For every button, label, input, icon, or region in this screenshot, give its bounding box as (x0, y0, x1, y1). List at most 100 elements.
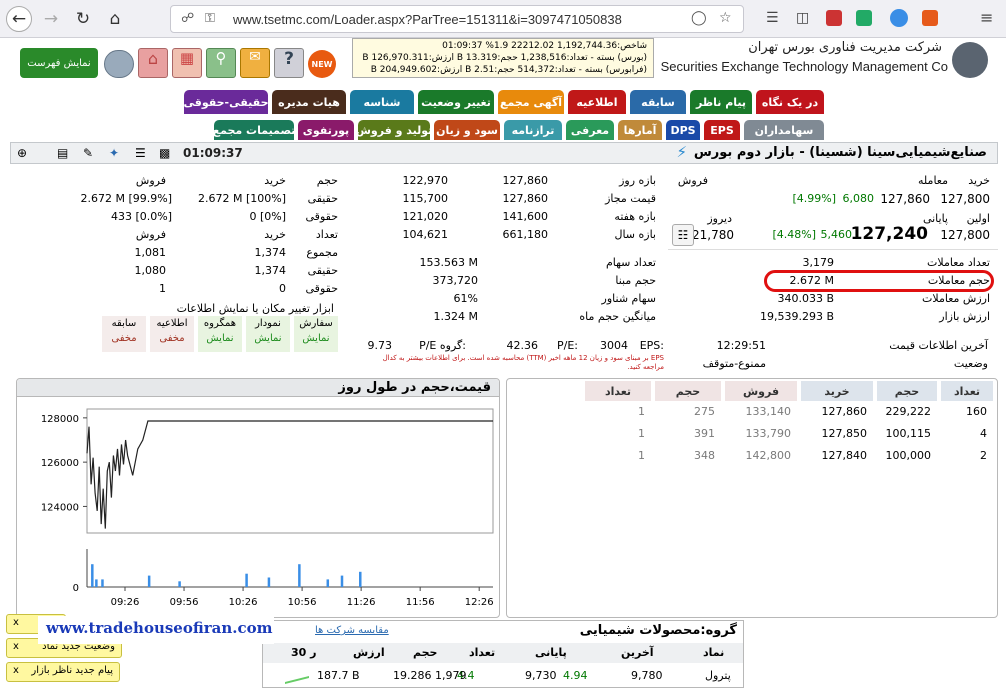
notification-item[interactable]: پیام جدید ناظر بازار x (6, 662, 120, 682)
order-cell: 127,860 (821, 405, 868, 418)
volume-highlight-circle (764, 270, 994, 292)
notification-label: پیام جدید ناظر بازار (31, 665, 113, 676)
forward-icon[interactable]: → (38, 6, 64, 32)
tab2-0[interactable]: سهامداران (744, 120, 824, 140)
group-cell: 9,780 (631, 669, 663, 682)
volume-tick-label: 0 (73, 583, 79, 594)
show-list-button[interactable]: نمایش فهرست (20, 48, 98, 78)
tab-4[interactable]: آگهی مجمع (498, 90, 564, 114)
pocket-icon[interactable]: ◯ (691, 10, 707, 26)
tool-name: همگروه (203, 318, 237, 329)
order-col-header: فروش (725, 381, 797, 401)
group-pe-value: 9.73 (367, 339, 393, 352)
x-tick-label: 11:56 (406, 597, 435, 608)
tab2-2[interactable]: DPS (666, 120, 700, 140)
compare-link[interactable]: مقایسه شرکت ها (315, 625, 389, 636)
first-value: 127,800 (940, 228, 990, 242)
document-icon[interactable]: ▤ (57, 146, 68, 160)
table-icon[interactable]: ▦ (172, 48, 202, 78)
share-stat-label: میانگین حجم ماه (579, 310, 656, 323)
sparkline-icon (285, 668, 309, 684)
tool-toggle-button[interactable]: سابقه مخفی (102, 316, 146, 352)
group-cell: 9,730 (525, 669, 557, 682)
group-col-header: ارزش (353, 646, 385, 659)
extension-orange-icon[interactable] (922, 10, 938, 26)
notification-close-icon[interactable]: x (13, 641, 19, 652)
search-icon[interactable]: ⚲ (206, 48, 236, 78)
tool-toggle-button[interactable]: همگروه نمایش (198, 316, 242, 352)
tab-5[interactable]: تغییر وضعیت (418, 90, 494, 114)
tools-panel: ابزار تغییر مکان یا نمایش اطلاعات سفارش ن… (98, 302, 344, 356)
tab2-9[interactable]: تصمیمات مجمع (213, 120, 295, 140)
tool-toggle-button[interactable]: سفارش نمایش (294, 316, 338, 352)
client-row-label: حقوقی (305, 210, 338, 223)
tool-toggle-button[interactable]: نمودار نمایش (246, 316, 290, 352)
y-tick-label: 124000 (41, 502, 79, 513)
volume-bar (326, 579, 330, 587)
new-badge-icon[interactable]: NEW (308, 50, 336, 78)
tab-7[interactable]: هیات مدیره (272, 90, 346, 114)
library-icon[interactable]: ☰ (766, 10, 779, 26)
eps-value: 3004 (600, 339, 628, 352)
tab-0[interactable]: در یک نگاه (756, 90, 824, 114)
help-icon[interactable]: ? (274, 48, 304, 78)
group-title: گروه:محصولات شیمیایی (579, 623, 737, 638)
list-icon[interactable]: ☰ (135, 146, 146, 160)
home-icon[interactable]: ⌂ (102, 6, 128, 32)
chart-title: قیمت،حجم در طول روز (338, 380, 491, 395)
tab2-5[interactable]: ترازنامه (504, 120, 562, 140)
volume-bar (91, 564, 94, 587)
back-icon[interactable]: ← (6, 6, 32, 32)
tab2-6[interactable]: سود و زیان (434, 120, 500, 140)
add-icon[interactable]: ⊕ (17, 146, 27, 160)
volume-bar (147, 575, 151, 587)
menu-icon[interactable]: ≡ (980, 8, 993, 27)
volume-bar (267, 577, 271, 587)
globe-icon[interactable] (104, 50, 134, 78)
network-icon[interactable]: ✦ (109, 146, 119, 160)
tab2-8[interactable]: پورتفوی (298, 120, 354, 140)
tool-state: نمایش (302, 333, 330, 344)
client-row-label: حجم (316, 174, 338, 187)
tab-6[interactable]: شناسه (350, 90, 414, 114)
address-bar[interactable]: ☍ ⚿ www.tsetmc.com/Loader.aspx?ParTree=1… (170, 5, 744, 33)
tab2-4[interactable]: معرفی (566, 120, 614, 140)
stat-value: 19,539.293 B (759, 310, 834, 323)
extension-red-icon[interactable] (826, 10, 842, 26)
group-col-header: آخرین (621, 646, 654, 659)
tab-1[interactable]: پیام ناظر (690, 90, 752, 114)
instrument-header: صنایع‌شیمیایی‌سینا (شسینا) - بازار دوم ب… (10, 142, 998, 164)
extension-blue-icon[interactable] (890, 9, 908, 27)
tab2-1[interactable]: EPS (704, 120, 740, 140)
sell-label: فروش (677, 174, 708, 187)
tab-2[interactable]: سابقه (630, 90, 686, 114)
edit-icon[interactable]: ✎ (83, 146, 93, 160)
range-label: بازه سال (614, 228, 656, 241)
notification-close-icon[interactable]: x (13, 617, 19, 628)
calculator-icon[interactable]: ☷ (672, 224, 694, 246)
home-button-icon[interactable]: ⌂ (138, 48, 168, 78)
reload-icon[interactable]: ↻ (70, 6, 96, 32)
sidebar-icon[interactable]: ◫ (796, 10, 809, 26)
tool-name: اطلاعیه (156, 318, 188, 329)
bookmark-star-icon[interactable]: ☆ (719, 10, 732, 26)
message-icon[interactable]: ✉ (240, 48, 270, 78)
extension-green-icon[interactable] (856, 10, 872, 26)
stat-label: ارزش معاملات (922, 292, 990, 305)
volume-bar (178, 581, 181, 587)
group-col-header: پایانی (535, 646, 567, 659)
tab-8[interactable]: حقیقی-حقوقی (183, 90, 269, 114)
client-count-sell: 1 (159, 282, 166, 295)
bourse-line: (بورس) بسته - تعداد:1,238,516 حجم:13.319… (362, 53, 647, 63)
tool-toggle-button[interactable]: اطلاعیه مخفی (150, 316, 194, 352)
range-value-b: 104,621 (402, 228, 449, 241)
state-value: ممنوع-متوقف (702, 357, 766, 370)
order-book-panel: تعداد حجم خرید فروش حجم تعداد 160 229,222 127,86… (506, 378, 998, 618)
notification-close-icon[interactable]: x (13, 665, 19, 676)
client-buy-value: 2.672 M [100%] (197, 192, 286, 205)
chart-bars-icon[interactable]: ▩ (159, 146, 170, 160)
tab2-3[interactable]: آمارها (618, 120, 662, 140)
share-stat-label: حجم مبنا (615, 274, 656, 287)
tab2-7[interactable]: تولید و فروش (356, 120, 432, 140)
tab-3[interactable]: اطلاعیه (568, 90, 626, 114)
